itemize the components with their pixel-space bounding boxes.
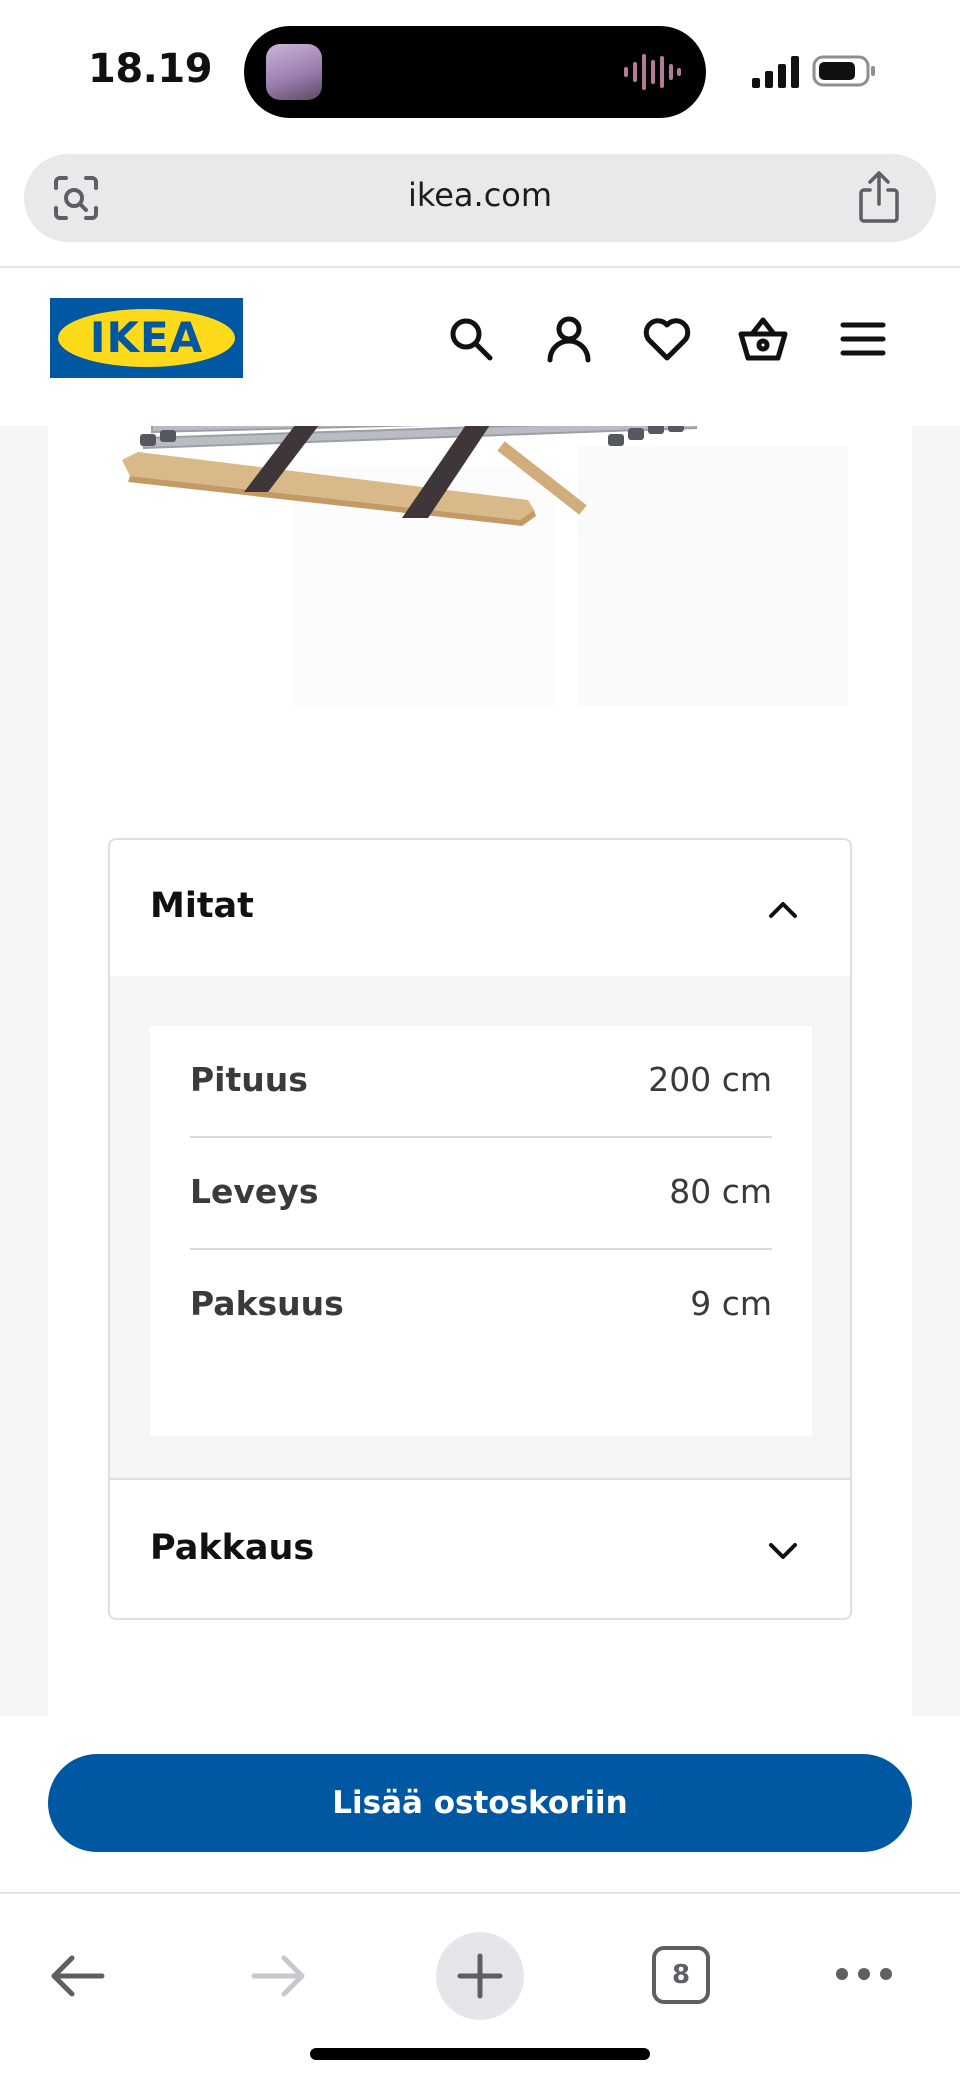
tabs-button[interactable]: 8 — [652, 1946, 710, 2004]
more-options-icon[interactable] — [834, 1964, 894, 1984]
status-time: 18.19 — [88, 46, 213, 92]
dimension-label: Pituus — [190, 1060, 308, 1099]
registered-mark — [226, 314, 235, 323]
new-tab-button[interactable] — [436, 1932, 524, 2020]
product-info-accordion: Mitat Pituus 200 cm Leveys 80 cm Paksuus… — [108, 838, 852, 1620]
product-image[interactable] — [48, 426, 912, 746]
heart-icon[interactable] — [642, 314, 692, 364]
audio-waveform-icon — [624, 54, 681, 90]
address-bar[interactable]: ikea.com — [24, 154, 936, 242]
dimensions-card: Pituus 200 cm Leveys 80 cm Paksuus 9 cm — [150, 1026, 812, 1436]
back-arrow-icon[interactable] — [48, 1952, 108, 2000]
slatted-bed-base-illustration — [122, 426, 848, 706]
now-playing-thumbnail — [266, 44, 322, 100]
dimension-value: 9 cm — [690, 1284, 772, 1323]
share-icon[interactable] — [856, 170, 902, 224]
dimension-row: Pituus 200 cm — [190, 1026, 772, 1138]
dimensions-header[interactable]: Mitat — [110, 840, 850, 976]
dimension-value: 200 cm — [648, 1060, 772, 1099]
plus-icon — [457, 1953, 503, 1999]
page-gutter-left — [0, 426, 48, 1716]
ikea-logo[interactable]: IKEA — [50, 298, 243, 378]
package-header[interactable]: Pakkaus — [110, 1482, 850, 1618]
basket-icon[interactable] — [738, 314, 788, 364]
page-gutter-right — [912, 426, 960, 1716]
home-indicator[interactable] — [310, 2048, 650, 2060]
search-icon[interactable] — [446, 314, 496, 364]
add-to-cart-bar: Lisää ostoskoriin — [0, 1716, 960, 1892]
logo-text: IKEA — [89, 313, 204, 362]
dimension-label: Paksuus — [190, 1284, 344, 1323]
package-title: Pakkaus — [150, 1528, 315, 1568]
add-to-cart-button[interactable]: Lisää ostoskoriin — [48, 1754, 912, 1852]
dimension-row: Paksuus 9 cm — [190, 1250, 772, 1362]
menu-icon[interactable] — [838, 314, 888, 364]
forward-arrow-icon[interactable] — [248, 1952, 308, 2000]
chevron-up-icon — [769, 902, 797, 918]
account-icon[interactable] — [544, 314, 594, 364]
dimension-label: Leveys — [190, 1172, 319, 1211]
chevron-down-icon — [769, 1543, 797, 1559]
dimensions-title: Mitat — [150, 886, 254, 926]
url-text: ikea.com — [407, 176, 553, 214]
battery-icon — [812, 55, 875, 87]
dimension-value: 80 cm — [669, 1172, 772, 1211]
site-header: IKEA — [0, 266, 960, 426]
dimensions-panel: Pituus 200 cm Leveys 80 cm Paksuus 9 cm — [110, 976, 850, 1480]
dimension-row: Leveys 80 cm — [190, 1138, 772, 1250]
dynamic-island[interactable] — [244, 26, 706, 118]
cellular-signal-icon — [752, 56, 799, 88]
status-bar: 18.19 — [0, 0, 960, 140]
